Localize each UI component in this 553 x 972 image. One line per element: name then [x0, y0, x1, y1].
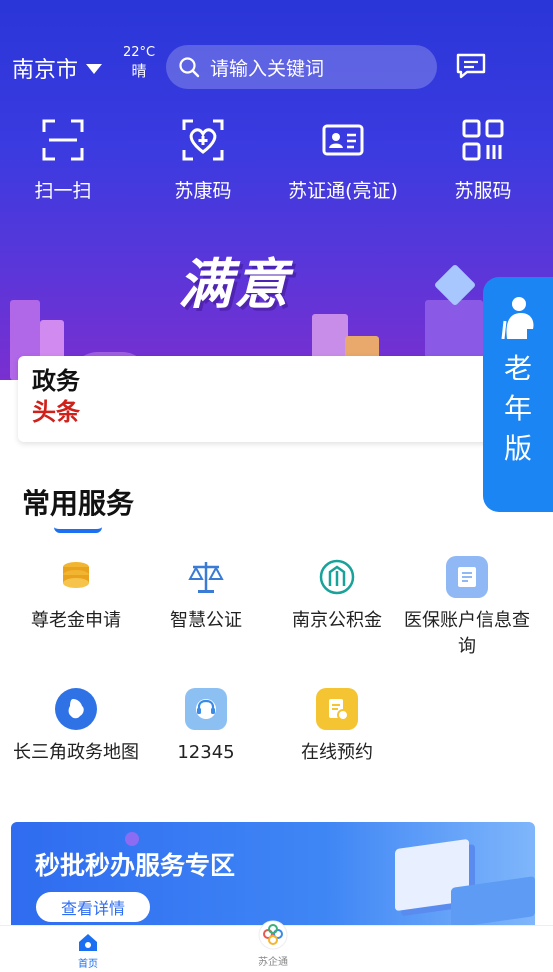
- caret-down-icon: [86, 64, 103, 74]
- search-placeholder: 请输入关键词: [210, 57, 325, 80]
- promo-title: 秒批秒办服务专区: [35, 851, 236, 880]
- promo-decoration: [125, 832, 139, 846]
- tab-home[interactable]: 首页: [58, 932, 118, 970]
- service-item[interactable]: 长三角政务地图: [11, 688, 141, 766]
- health-code-icon: [181, 118, 225, 162]
- city-name: 南京市: [12, 58, 79, 83]
- service-label: 医保账户信息查询: [404, 610, 530, 657]
- id-card-icon: [321, 118, 365, 162]
- city-selector[interactable]: 南京市: [12, 52, 103, 84]
- elder-mode-button[interactable]: 老年版: [483, 277, 553, 512]
- quick-action-label: 苏证通(亮证): [288, 180, 398, 202]
- map-icon: [55, 688, 97, 730]
- tab-label: 首页: [78, 959, 98, 970]
- service-item[interactable]: 在线预约: [272, 688, 402, 766]
- housing-fund-icon: [316, 556, 358, 598]
- quick-action-id-pass[interactable]: 苏证通(亮证): [278, 118, 408, 203]
- medical-insurance-icon: [446, 556, 488, 598]
- service-label: 智慧公证: [170, 610, 242, 631]
- weather-condition: 晴: [131, 62, 147, 80]
- elderly-person-icon: [501, 297, 534, 339]
- scan-icon: [41, 118, 85, 162]
- search-input[interactable]: 请输入关键词: [166, 45, 437, 89]
- banner-slogan: 满意: [178, 252, 290, 316]
- section-title: 常用服务: [22, 487, 135, 520]
- elder-mode-label: 老年版: [503, 352, 532, 465]
- message-button[interactable]: [455, 52, 487, 84]
- quick-action-label: 苏康码: [174, 180, 232, 202]
- bottom-tab-bar: 首页 苏企通: [0, 920, 553, 972]
- section-underline: [54, 527, 102, 533]
- home-icon: [79, 934, 97, 951]
- service-item[interactable]: 南京公积金: [272, 556, 402, 634]
- quick-action-service-code[interactable]: 苏服码: [438, 118, 528, 203]
- service-label: 南京公积金: [292, 610, 382, 631]
- service-item[interactable]: 智慧公证: [141, 556, 271, 634]
- service-item[interactable]: 12345: [141, 688, 271, 766]
- hotline-icon: [185, 688, 227, 730]
- tab-enterprise[interactable]: 苏企通: [243, 920, 303, 968]
- gov-headlines-card[interactable]: 政务 头条: [18, 356, 535, 442]
- coins-icon: [55, 556, 97, 598]
- service-label: 尊老金申请: [31, 610, 121, 631]
- quick-action-label: 苏服码: [454, 180, 512, 202]
- temperature: 22°C: [122, 45, 156, 60]
- scales-icon: [185, 556, 227, 598]
- service-label: 长三角政务地图: [13, 742, 139, 763]
- service-code-icon: [461, 118, 505, 162]
- quick-actions: 扫一扫 苏康码 苏证通(亮证) 苏服码: [0, 118, 553, 218]
- service-item[interactable]: 医保账户信息查询: [402, 556, 532, 660]
- tab-label: 苏企通: [258, 957, 288, 968]
- gov-headlines-subtitle: 头条: [32, 398, 80, 426]
- appointment-icon: [316, 688, 358, 730]
- service-label: 12345: [177, 742, 235, 763]
- message-icon: [456, 53, 486, 79]
- service-item[interactable]: 尊老金申请: [11, 556, 141, 634]
- quick-action-health-code[interactable]: 苏康码: [158, 118, 248, 203]
- quick-action-label: 扫一扫: [34, 180, 92, 202]
- quick-action-scan[interactable]: 扫一扫: [18, 118, 108, 203]
- top-bar: 南京市 22°C 晴 请输入关键词: [0, 0, 553, 130]
- search-icon: [179, 57, 200, 78]
- gov-headlines-title: 政务: [32, 367, 80, 395]
- view-details-button[interactable]: 查看详情: [36, 892, 150, 922]
- weather-widget: 22°C 晴: [119, 45, 159, 81]
- service-label: 在线预约: [301, 742, 373, 763]
- enterprise-icon: [258, 920, 288, 950]
